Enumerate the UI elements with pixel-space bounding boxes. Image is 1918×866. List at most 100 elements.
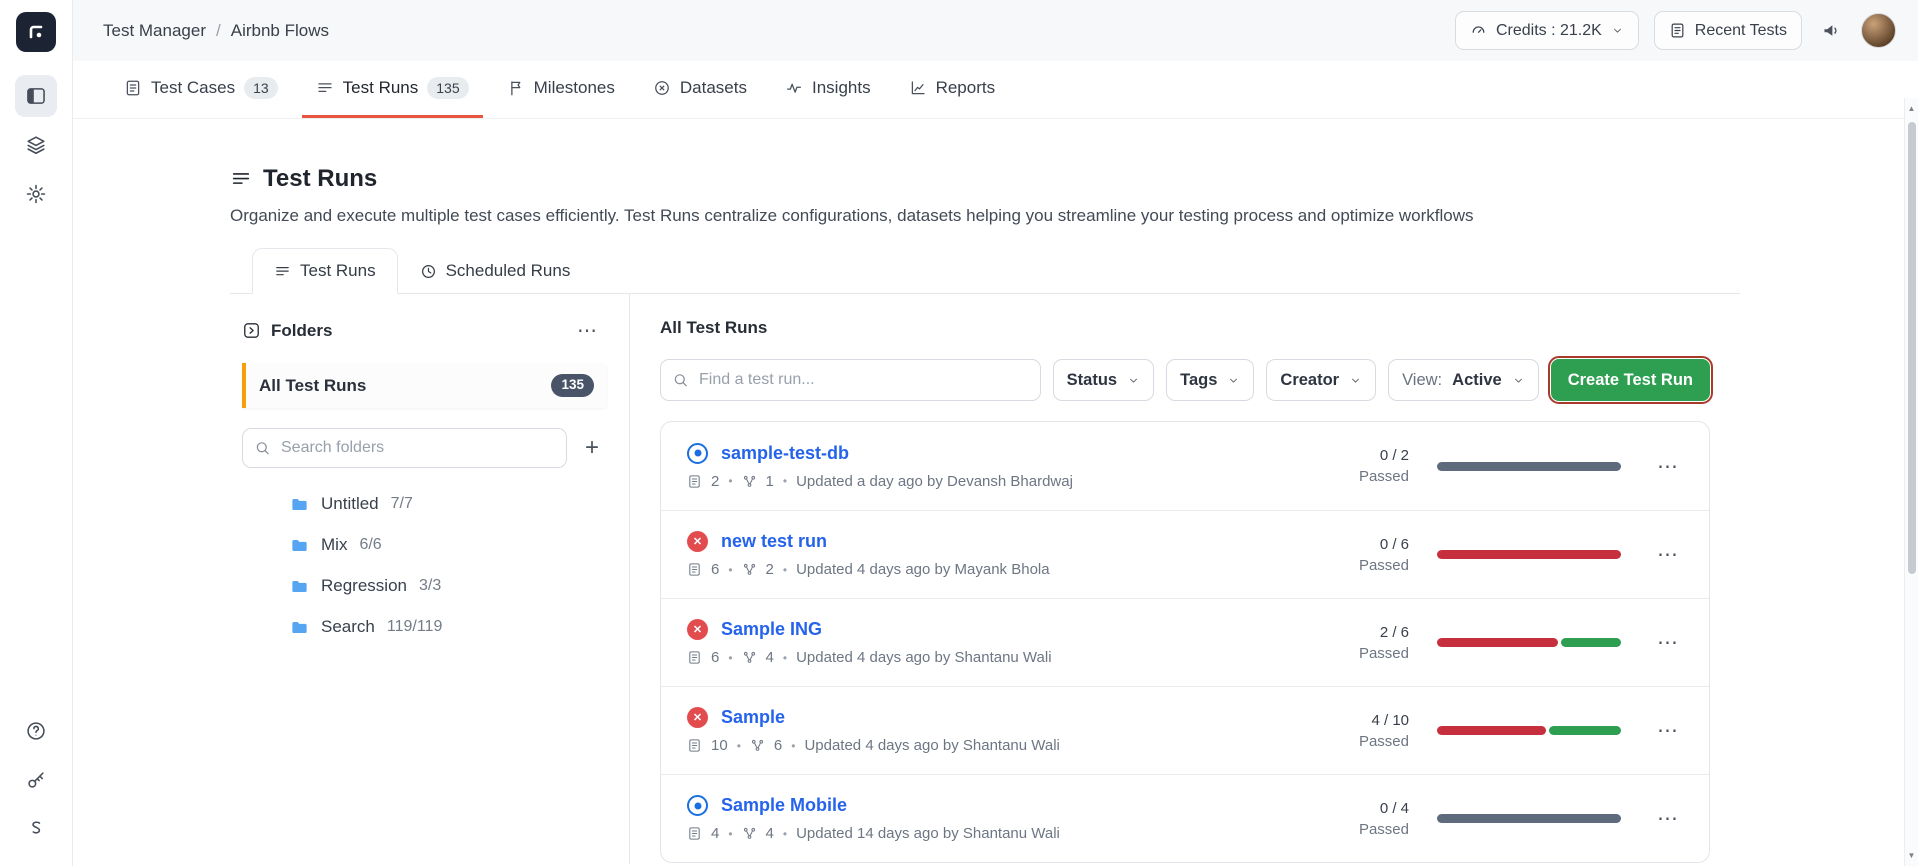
dot-separator: • [791, 739, 795, 753]
passed-block: 4 / 10 Passed [1345, 712, 1409, 750]
folder-icon [290, 577, 309, 596]
folder-name: Mix [321, 535, 347, 555]
announcements-button[interactable] [1817, 16, 1846, 45]
subtab-scheduled-runs[interactable]: Scheduled Runs [398, 248, 593, 294]
help-icon [25, 720, 47, 742]
row-menu-button[interactable]: ⋯ [1649, 802, 1687, 835]
sidebar-settings-button[interactable] [15, 173, 57, 215]
configurations-icon [742, 474, 757, 489]
passed-count: 0 / 2 [1380, 447, 1409, 464]
run-status-icon [687, 531, 708, 552]
run-right: 4 / 10 Passed ⋯ [1345, 712, 1687, 750]
view-filter-dropdown[interactable]: View: Active [1388, 359, 1539, 401]
vertical-scrollbar[interactable]: ▲ ▼ [1904, 98, 1918, 866]
configurations-icon [742, 562, 757, 577]
scroll-down-arrow[interactable]: ▼ [1905, 851, 1918, 860]
view-label: View: [1402, 371, 1442, 390]
tab-insights[interactable]: Insights [771, 61, 885, 118]
subtab-label: Test Runs [300, 261, 376, 281]
run-right: 0 / 2 Passed ⋯ [1345, 447, 1687, 485]
row-menu-button[interactable]: ⋯ [1649, 450, 1687, 483]
tab-count-badge: 135 [427, 77, 468, 100]
tab-milestones[interactable]: Milestones [493, 61, 629, 118]
credits-button[interactable]: Credits : 21.2K [1455, 11, 1639, 50]
run-name-link[interactable]: Sample [721, 707, 785, 728]
folder-search-input[interactable] [242, 428, 567, 468]
row-menu-button[interactable]: ⋯ [1649, 714, 1687, 747]
folder-item[interactable]: Search 119/119 [290, 617, 607, 637]
app-logo[interactable] [16, 12, 56, 52]
add-folder-button[interactable]: + [577, 432, 607, 464]
creator-filter-dropdown[interactable]: Creator [1266, 359, 1376, 401]
dot-separator: • [783, 827, 787, 841]
subtab-test-runs[interactable]: Test Runs [252, 248, 398, 294]
tab-reports[interactable]: Reports [895, 61, 1010, 118]
credits-label: Credits : 21.2K [1496, 22, 1602, 40]
integrations-icon [25, 818, 47, 840]
sidebar-help-button[interactable] [15, 710, 57, 752]
recent-tests-button[interactable]: Recent Tests [1654, 11, 1802, 50]
passed-count: 0 / 6 [1380, 536, 1409, 553]
configuration-count: 6 [774, 737, 782, 754]
run-name-link[interactable]: sample-test-db [721, 443, 849, 464]
folder-item[interactable]: Untitled 7/7 [290, 494, 607, 514]
create-test-run-button[interactable]: Create Test Run [1551, 359, 1710, 401]
chevron-down-icon [1227, 374, 1240, 387]
subtabs: Test Runs Scheduled Runs [230, 248, 1740, 294]
dot-separator: • [728, 563, 732, 577]
scroll-up-arrow[interactable]: ▲ [1905, 104, 1918, 113]
tab-label: Reports [936, 78, 996, 98]
status-filter-dropdown[interactable]: Status [1053, 359, 1154, 401]
page-title-text: Test Runs [263, 165, 377, 193]
all-test-runs-folder[interactable]: All Test Runs 135 [242, 363, 607, 408]
test-count: 6 [711, 561, 719, 578]
runs-pane: All Test Runs Status Tags [660, 294, 1710, 863]
breadcrumb-current[interactable]: Airbnb Flows [231, 21, 329, 41]
test-runs-icon [230, 168, 252, 190]
breadcrumb-root[interactable]: Test Manager [103, 21, 206, 41]
run-name-link[interactable]: Sample ING [721, 619, 822, 640]
page-title: Test Runs [230, 165, 1740, 193]
scrollbar-thumb[interactable] [1908, 122, 1916, 574]
folders-title: Folders [271, 321, 332, 341]
user-avatar[interactable] [1861, 13, 1896, 48]
folder-name: Untitled [321, 494, 379, 514]
search-icon [672, 372, 689, 389]
run-search-input[interactable] [660, 359, 1041, 401]
folder-item[interactable]: Mix 6/6 [290, 535, 607, 555]
page-description: Organize and execute multiple test cases… [230, 206, 1740, 226]
row-menu-button[interactable]: ⋯ [1649, 538, 1687, 571]
key-icon [25, 769, 47, 791]
sidebar-stack-button[interactable] [15, 124, 57, 166]
folders-pane: Folders ⋯ All Test Runs 135 + [230, 294, 630, 864]
progress-bar [1437, 462, 1621, 471]
folders-menu-button[interactable]: ⋯ [569, 316, 607, 345]
tab-datasets[interactable]: Datasets [639, 61, 761, 118]
chevron-down-icon [1512, 374, 1525, 387]
tab-label: Test Cases [151, 78, 235, 98]
app-root: Test Manager / Airbnb Flows Credits : 21… [0, 0, 1918, 866]
sidebar-integrations-button[interactable] [15, 808, 57, 850]
subtab-label: Scheduled Runs [446, 261, 571, 281]
row-menu-button[interactable]: ⋯ [1649, 626, 1687, 659]
run-main: new test run 6 • 2 • Updated 4 days ag [687, 531, 1050, 578]
tags-filter-dropdown[interactable]: Tags [1166, 359, 1254, 401]
run-name-link[interactable]: new test run [721, 531, 827, 552]
passed-count: 0 / 4 [1380, 800, 1409, 817]
folder-count: 7/7 [391, 495, 413, 513]
tab-test-runs[interactable]: Test Runs 135 [302, 61, 483, 118]
tab-test-cases[interactable]: Test Cases 13 [110, 61, 292, 118]
sidebar-key-button[interactable] [15, 759, 57, 801]
sidebar-panel-button[interactable] [15, 75, 57, 117]
view-value: Active [1452, 371, 1502, 390]
test-count-icon [687, 650, 702, 665]
reports-icon [909, 79, 927, 97]
datasets-icon [653, 79, 671, 97]
run-name-link[interactable]: Sample Mobile [721, 795, 847, 816]
run-search-box [660, 359, 1041, 401]
breadcrumb-separator: / [216, 21, 221, 41]
folder-item[interactable]: Regression 3/3 [290, 576, 607, 596]
dot-separator: • [737, 739, 741, 753]
run-status-icon [687, 795, 708, 816]
passed-count: 4 / 10 [1371, 712, 1409, 729]
